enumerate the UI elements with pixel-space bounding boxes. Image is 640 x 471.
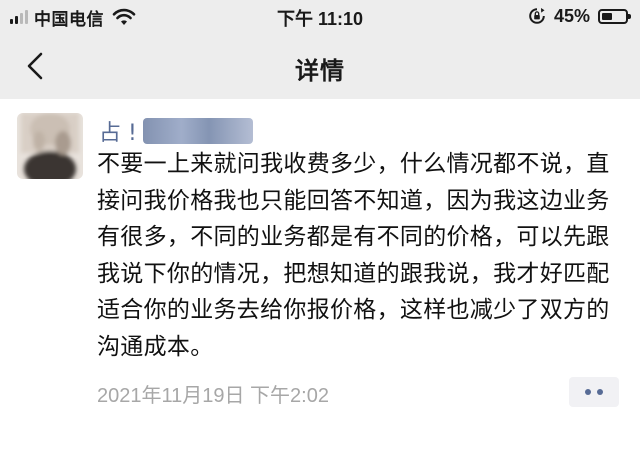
top-area: 中国电信 下午 11:10 45% 详情 — [0, 0, 640, 99]
battery-fill — [602, 12, 612, 20]
avatar-image — [17, 113, 83, 179]
avatar[interactable] — [17, 113, 83, 179]
battery-icon — [598, 8, 631, 24]
status-bar: 中国电信 下午 11:10 45% — [0, 0, 640, 34]
status-right: 45% — [528, 5, 631, 27]
comment-timestamp: 2021年11月19日 下午2:02 — [97, 385, 329, 407]
navigation-bar: 详情 — [0, 34, 640, 99]
page-title: 详情 — [295, 57, 345, 85]
more-dot-icon — [597, 389, 603, 395]
battery-percent: 45% — [553, 5, 590, 26]
rotation-lock-icon — [529, 8, 545, 24]
comment-author[interactable]: 占 ! — [99, 116, 253, 146]
more-dot-icon — [585, 389, 591, 395]
more-options-button[interactable] — [569, 377, 619, 407]
author-name[interactable]: 占 ! — [99, 115, 137, 147]
comment-text: 不要一上来就问我收费多少，什么情况都不说，直接问我价格我也只能回答不知道，因为我… — [97, 151, 610, 360]
redacted-name-blur — [142, 118, 253, 144]
